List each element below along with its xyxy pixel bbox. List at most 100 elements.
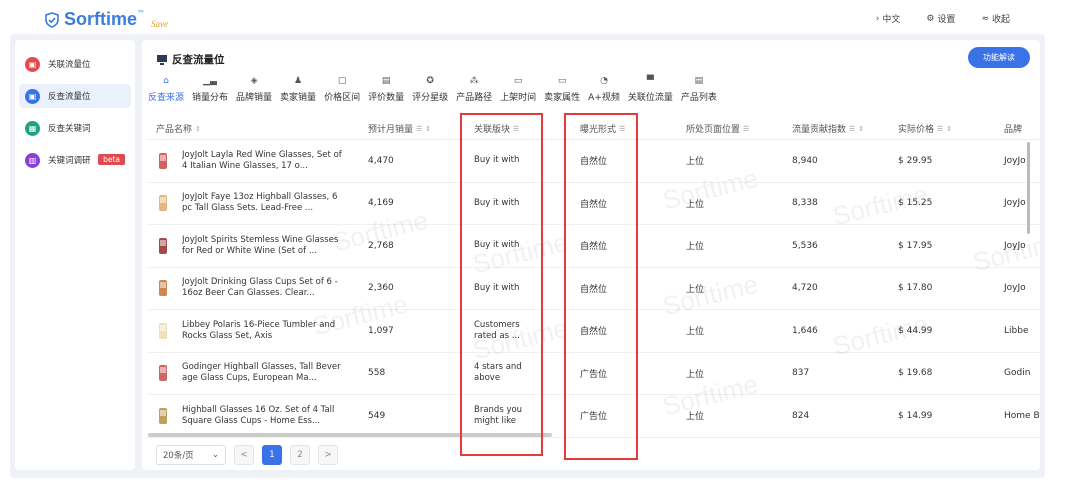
- sidebar-item-label: 反查关键词: [48, 124, 91, 134]
- price-icon: ▢: [337, 76, 347, 86]
- tab-reverse-source[interactable]: ⌂ 反查来源: [148, 76, 184, 103]
- col-header-price[interactable]: 实际价格 ☰ ⇕: [890, 122, 996, 136]
- sidebar-item-keyword-research[interactable]: ▥ 关键词调研 beta: [19, 148, 131, 172]
- next-page-button[interactable]: >: [318, 445, 338, 465]
- collapse-label: 收起: [991, 15, 1010, 25]
- product-name-link[interactable]: JoyJolt Drinking Glass Cups Set of 6 - 1…: [182, 277, 342, 299]
- cell-sales: 4,169: [368, 198, 394, 209]
- tab-seller-attr[interactable]: ▭ 卖家属性: [544, 76, 580, 103]
- col-header-name[interactable]: 产品名称 ⇕: [148, 122, 360, 136]
- col-header-pos[interactable]: 所处页面位置 ☰: [678, 122, 784, 136]
- sort-icon[interactable]: ⇕: [858, 125, 864, 133]
- cell-position: 上位: [686, 412, 705, 423]
- tab-label: 销量分布: [192, 93, 229, 103]
- product-name-link[interactable]: JoyJolt Spirits Stemless Wine Glasses fo…: [182, 235, 342, 257]
- highlight-box-block: [460, 113, 543, 456]
- sidebar-item-reverse-keyword[interactable]: ▦ 反查关键词: [19, 116, 131, 140]
- chevron-down-icon: ⌄: [211, 450, 219, 460]
- tab-listing-time[interactable]: ▭ 上架时间: [500, 76, 536, 103]
- sidebar-item-label: 关联流量位: [48, 60, 91, 70]
- col-header-sales[interactable]: 预计月销量 ☰ ⇕: [360, 122, 466, 136]
- filter-icon[interactable]: ☰: [849, 125, 855, 133]
- page-1-button[interactable]: 1: [262, 445, 282, 465]
- collapse-button[interactable]: ≈ 收起: [981, 12, 1010, 26]
- product-thumbnail[interactable]: [156, 192, 170, 214]
- page-2-button[interactable]: 2: [290, 445, 310, 465]
- cell-traffic: 1,646: [792, 325, 818, 336]
- header-label: 所处页面位置: [686, 125, 741, 135]
- col-header-traffic[interactable]: 流量贡献指数 ☰ ⇕: [784, 122, 890, 136]
- gear-icon: ⚙: [926, 13, 935, 24]
- cell-product: Highball Glasses 16 Oz. Set of 4 Tall Sq…: [148, 405, 360, 427]
- product-name-link[interactable]: JoyJolt Faye 13oz Highball Glasses, 6pc …: [182, 192, 342, 214]
- product-thumbnail[interactable]: [156, 235, 170, 257]
- settings-button[interactable]: ⚙ 设置: [926, 12, 955, 26]
- tab-review-count[interactable]: ▤ 评价数量: [368, 76, 404, 103]
- tab-label: 反查来源: [148, 93, 185, 103]
- product-name-link[interactable]: Godinger Highball Glasses, Tall Beverage…: [182, 362, 342, 384]
- product-thumbnail[interactable]: [156, 362, 170, 384]
- bar-chart-icon: ▁▃: [203, 76, 217, 86]
- app-logo[interactable]: Sorftime ™ Save: [44, 9, 168, 30]
- tab-label: 卖家销量: [280, 93, 317, 103]
- tab-sales-distribution[interactable]: ▁▃ 销量分布: [192, 76, 228, 103]
- language-switch[interactable]: › 中文: [876, 12, 901, 26]
- product-name-link[interactable]: Libbey Polaris 16-Piece Tumbler and Rock…: [182, 320, 342, 342]
- vertical-scrollbar[interactable]: [1027, 142, 1030, 234]
- sidebar-item-reverse-traffic[interactable]: ▣ 反查流量位: [19, 84, 131, 108]
- star-icon: ✪: [426, 76, 434, 86]
- sidebar: ▣ 关联流量位 ▣ 反查流量位 ▦ 反查关键词 ▥ 关键词调研 beta: [15, 40, 135, 470]
- filter-icon[interactable]: ☰: [937, 125, 943, 133]
- function-guide-button[interactable]: 功能解读: [968, 47, 1030, 68]
- cell-traffic: 5,536: [792, 240, 818, 251]
- cell-brand: JoyJo: [1004, 240, 1026, 251]
- list-icon: ▤: [694, 76, 704, 86]
- cell-position: 上位: [686, 157, 705, 168]
- tab-brand-sales[interactable]: ◈ 品牌销量: [236, 76, 272, 103]
- tab-related-traffic[interactable]: ▀ 关联位流量: [628, 76, 673, 103]
- product-thumbnail[interactable]: [156, 320, 170, 342]
- filter-icon[interactable]: ☰: [416, 125, 422, 133]
- cell-price: $ 29.95: [898, 155, 933, 166]
- tab-label: 上架时间: [500, 93, 537, 103]
- cell-brand: Godin: [1004, 368, 1031, 379]
- header-label: 产品名称: [156, 125, 193, 135]
- cell-price: $ 19.68: [898, 368, 933, 379]
- cell-traffic: 837: [792, 368, 810, 379]
- tab-rating[interactable]: ✪ 评分星级: [412, 76, 448, 103]
- sort-icon[interactable]: ⇕: [425, 125, 431, 133]
- traffic-icon: ▣: [25, 56, 40, 72]
- product-thumbnail[interactable]: [156, 405, 170, 427]
- keyword-icon: ▦: [25, 120, 40, 136]
- product-thumbnail[interactable]: [156, 150, 170, 172]
- cell-brand: JoyJo: [1004, 283, 1026, 294]
- product-thumbnail[interactable]: [156, 277, 170, 299]
- cell-product: JoyJolt Faye 13oz Highball Glasses, 6pc …: [148, 192, 360, 214]
- cell-brand: JoyJo: [1004, 155, 1026, 166]
- tab-label: 卖家属性: [544, 93, 581, 103]
- col-header-brand[interactable]: 品牌: [996, 122, 1040, 135]
- logo-trademark: ™: [137, 9, 146, 18]
- prev-page-button[interactable]: <: [234, 445, 254, 465]
- tab-product-list[interactable]: ▤ 产品列表: [681, 76, 717, 103]
- cell-position: 上位: [686, 327, 705, 338]
- seller-icon: ♟: [294, 76, 303, 86]
- tab-seller-sales[interactable]: ♟ 卖家销量: [280, 76, 316, 103]
- page-size-select[interactable]: 20条/页 ⌄: [156, 445, 226, 465]
- header-label: 流量贡献指数: [792, 125, 847, 135]
- filter-icon[interactable]: ☰: [743, 125, 749, 133]
- sort-icon[interactable]: ⇕: [195, 125, 201, 133]
- tab-product-path[interactable]: ⁂ 产品路径: [456, 76, 492, 103]
- sidebar-item-label: 关键词调研: [48, 156, 91, 166]
- product-name-link[interactable]: JoyJolt Layla Red Wine Glasses, Set of 4…: [182, 150, 342, 172]
- tab-price-range[interactable]: ▢ 价格区间: [324, 76, 360, 103]
- logo-subtitle: Save: [151, 18, 169, 29]
- sidebar-item-related-traffic[interactable]: ▣ 关联流量位: [19, 52, 131, 76]
- sidebar-item-label: 反查流量位: [48, 92, 91, 102]
- product-name-link[interactable]: Highball Glasses 16 Oz. Set of 4 Tall Sq…: [182, 405, 342, 427]
- cell-position: 上位: [686, 242, 705, 253]
- tab-a-plus-video[interactable]: ◔ A+视频: [588, 76, 620, 103]
- sort-icon[interactable]: ⇕: [946, 125, 952, 133]
- cell-traffic: 8,940: [792, 155, 818, 166]
- store-icon: ▭: [557, 76, 567, 86]
